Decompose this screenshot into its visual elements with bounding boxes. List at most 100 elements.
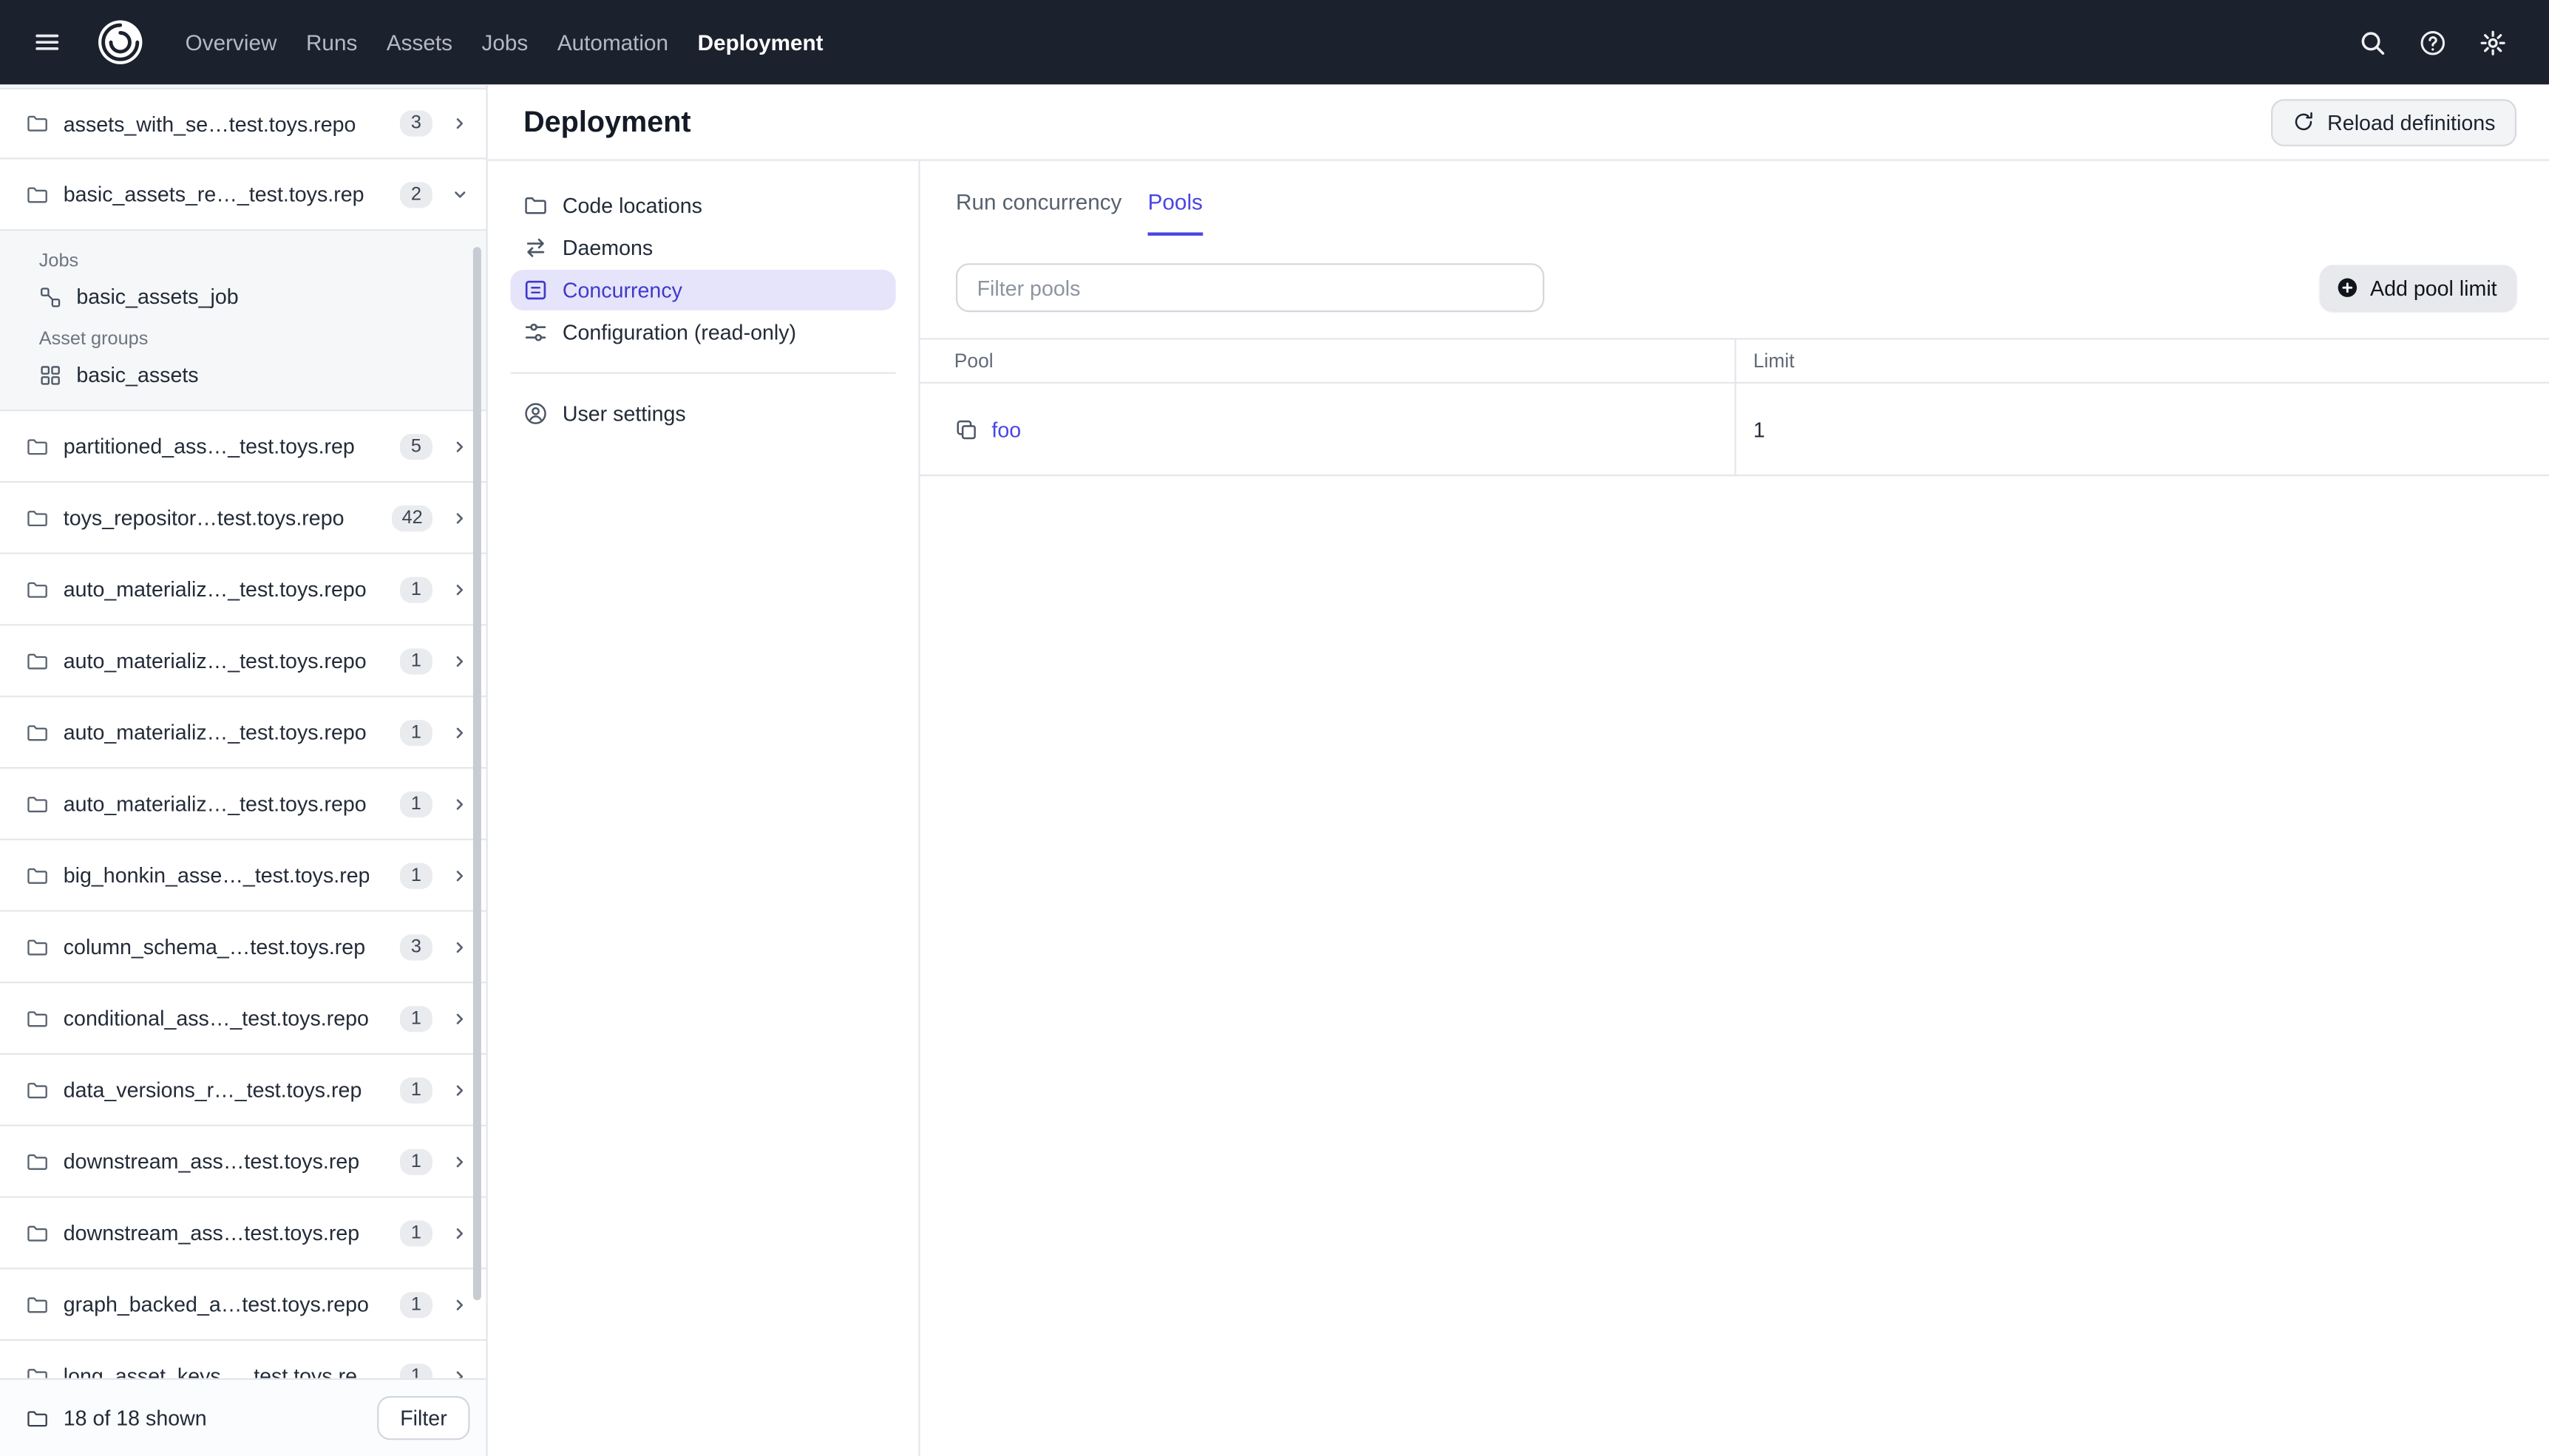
repo-label: partitioned_ass…_test.toys.rep — [63, 434, 355, 459]
subnav-item-code-locations[interactable]: Code locations — [510, 186, 895, 226]
reload-icon — [2292, 111, 2315, 134]
col-header-pool: Pool — [920, 338, 1736, 384]
repo-row-auto-materializ-test-toys-repo[interactable]: auto_materializ…_test.toys.repo 1 — [0, 769, 486, 840]
repo-row-conditional-ass-test-toys-repo[interactable]: conditional_ass…_test.toys.repo 1 — [0, 983, 486, 1055]
pool-row: foo 1 — [920, 382, 2549, 477]
col-header-limit: Limit — [1734, 338, 2549, 384]
repo-row-graph-backed-a-test-toys-repo[interactable]: graph_backed_a…test.toys.repo 1 — [0, 1269, 486, 1341]
repo-label: downstream_ass…test.toys.rep — [63, 1220, 360, 1245]
add-pool-limit-button[interactable]: Add pool limit — [2319, 265, 2517, 311]
hamburger-menu-icon[interactable] — [23, 18, 72, 67]
repo-row-toys-repositor-test-toys-repo[interactable]: toys_repositor…test.toys.repo 42 — [0, 483, 486, 554]
sidebar-scrollbar[interactable] — [472, 247, 481, 1301]
reload-definitions-button[interactable]: Reload definitions — [2270, 98, 2517, 146]
folder-icon — [26, 1078, 49, 1101]
pool-link[interactable]: foo — [991, 417, 1021, 441]
app-window: Overview Runs Assets Jobs Automation Deployme… — [0, 0, 2549, 1456]
chevron-right-icon — [450, 436, 469, 455]
repo-row-long-asset-keys-test-toys-re[interactable]: long_asset_keys…_test.toys.re 1 — [0, 1341, 486, 1378]
topnav-actions — [2349, 18, 2516, 66]
repo-count-badge: 1 — [399, 647, 432, 674]
repo-count-badge: 1 — [399, 1291, 432, 1318]
repo-row-auto-materializ-test-toys-repo[interactable]: auto_materializ…_test.toys.repo 1 — [0, 697, 486, 769]
section-label-asset-groups: Asset groups — [38, 330, 149, 350]
repo-row-column-schema-test-toys-rep[interactable]: column_schema_…test.toys.rep 3 — [0, 911, 486, 984]
repo-label: basic_assets_re…_test.toys.rep — [63, 182, 364, 207]
gear-button[interactable] — [2469, 18, 2516, 66]
chevron-right-icon — [450, 1366, 469, 1378]
chevron-right-icon — [450, 937, 469, 956]
repo-count-badge: 3 — [399, 110, 432, 137]
folder-icon — [26, 864, 49, 887]
subnav-item-concurrency[interactable]: Concurrency — [510, 270, 896, 311]
repo-row-basic-assets-re-test-toys-rep[interactable]: basic_assets_re…_test.toys.rep 2 — [0, 159, 486, 231]
chevron-right-icon — [450, 1008, 469, 1027]
subnav-label: Configuration (read-only) — [562, 320, 797, 345]
folder-icon — [26, 792, 49, 815]
filter-button[interactable]: Filter — [377, 1395, 470, 1440]
folder-icon — [26, 1293, 49, 1316]
tab-pools[interactable]: Pools — [1147, 183, 1203, 236]
folder-icon — [26, 183, 49, 205]
filter-pools-input[interactable] — [956, 263, 1545, 313]
repo-row-downstream-ass-test-toys-rep[interactable]: downstream_ass…test.toys.rep 1 — [0, 1126, 486, 1198]
nav-item-overview[interactable]: Overview — [186, 30, 277, 55]
repo-label: big_honkin_asse…_test.toys.rep — [63, 863, 370, 888]
shown-count: 18 of 18 shown — [63, 1406, 207, 1431]
chevron-right-icon — [450, 114, 469, 133]
repo-row-data-versions-r-test-toys-rep[interactable]: data_versions_r…_test.toys.rep 1 — [0, 1055, 486, 1126]
app-body: assets_with_se…test.toys.repo 3 basic_asse… — [0, 84, 2549, 1456]
gear-icon — [2479, 28, 2506, 55]
pool-icon — [954, 417, 979, 441]
repo-row-downstream-ass-test-toys-rep[interactable]: downstream_ass…test.toys.rep 1 — [0, 1197, 486, 1270]
repo-row-auto-materializ-test-toys-repo[interactable]: auto_materializ…_test.toys.repo 1 — [0, 625, 486, 698]
folder-icon — [26, 649, 49, 672]
repo-label: auto_materializ…_test.toys.repo — [63, 648, 367, 673]
nav-item-deployment[interactable]: Deployment — [698, 30, 824, 55]
sub-item-label: basic_assets — [76, 362, 199, 387]
chevron-right-icon — [450, 865, 469, 885]
folder-icon — [26, 112, 49, 135]
main-body: Code locations Daemons Concurrency Configur… — [488, 160, 2549, 1456]
repo-row-big-honkin-asse-test-toys-rep[interactable]: big_honkin_asse…_test.toys.rep 1 — [0, 840, 486, 912]
nav-item-automation[interactable]: Automation — [557, 30, 668, 55]
nav-item-jobs[interactable]: Jobs — [482, 30, 529, 55]
asset-group-icon — [39, 363, 62, 386]
subnav-item-user-settings[interactable]: User settings — [510, 393, 895, 434]
repo-row-auto-materializ-test-toys-repo[interactable]: auto_materializ…_test.toys.repo 1 — [0, 554, 486, 626]
repo-row-assets-with-se-test-toys-repo[interactable]: assets_with_se…test.toys.repo 3 — [0, 87, 486, 160]
folder-icon — [26, 1150, 49, 1173]
repo-row-partitioned-ass-test-toys-rep[interactable]: partitioned_ass…_test.toys.rep 5 — [0, 411, 486, 483]
nav-item-runs[interactable]: Runs — [306, 30, 357, 55]
repo-list: assets_with_se…test.toys.repo 3 basic_asse… — [0, 84, 486, 1378]
chevron-right-icon — [450, 1151, 469, 1171]
subnav-item-daemons[interactable]: Daemons — [510, 228, 895, 268]
folder-icon — [26, 1007, 49, 1030]
main-content: Deployment Reload definitions Code locat… — [487, 84, 2549, 1456]
tab-run-concurrency[interactable]: Run concurrency — [956, 183, 1121, 235]
repo-count-badge: 1 — [399, 1148, 432, 1174]
pools-toolbar: Add pool limit — [956, 263, 2517, 313]
repo-count-badge: 1 — [399, 1219, 432, 1246]
repo-count-badge: 42 — [392, 504, 432, 531]
repo-count-badge: 2 — [399, 181, 432, 208]
nav-item-assets[interactable]: Assets — [387, 30, 452, 55]
repo-count-badge: 1 — [399, 719, 432, 746]
section-label-jobs: Jobs — [38, 251, 79, 272]
subnav-label: Daemons — [562, 235, 654, 260]
help-button[interactable] — [2409, 18, 2457, 66]
search-button[interactable] — [2349, 18, 2397, 66]
dagster-logo[interactable] — [95, 16, 146, 68]
daemons-icon — [523, 236, 548, 260]
page-title: Deployment — [523, 104, 691, 137]
add-pool-limit-label: Add pool limit — [2370, 275, 2497, 300]
sidebar-item-basic-assets-job[interactable]: basic_assets_job — [0, 278, 486, 316]
folder-icon — [26, 1364, 49, 1378]
repo-expanded-content: Jobs basic_assets_job Asset groups basic_as… — [0, 231, 486, 412]
sidebar-item-basic-assets[interactable]: basic_assets — [0, 356, 486, 394]
subnav-item-configuration-read-only[interactable]: Configuration (read-only) — [510, 312, 895, 353]
reload-definitions-label: Reload definitions — [2327, 109, 2496, 135]
chevron-right-icon — [450, 1080, 469, 1099]
chevron-down-icon — [450, 185, 469, 204]
sidebar-footer: 18 of 18 shown Filter — [0, 1378, 486, 1456]
